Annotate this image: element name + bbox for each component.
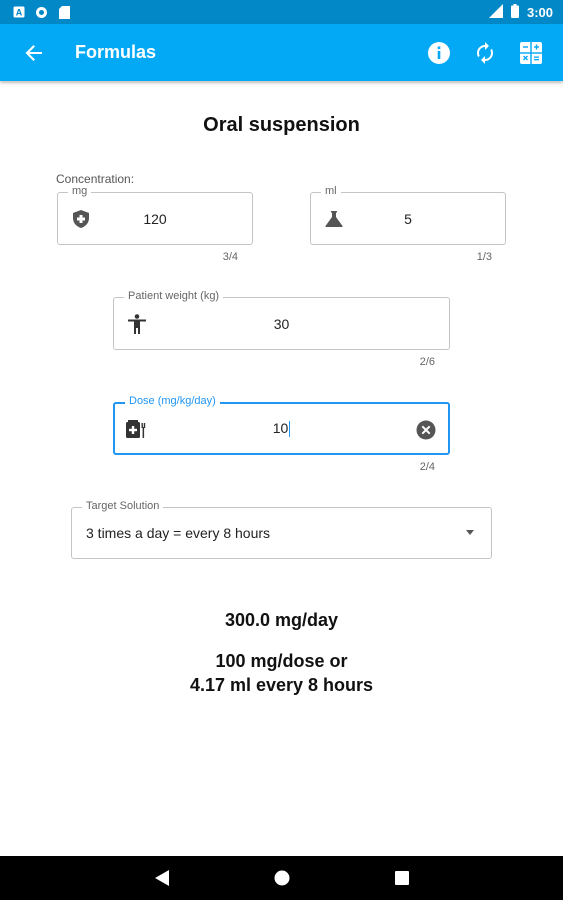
patient-weight-label: Patient weight (kg) bbox=[124, 290, 224, 302]
signal-icon bbox=[488, 3, 503, 21]
app-bar: Formulas bbox=[0, 24, 563, 81]
concentration-label: Concentration: bbox=[56, 172, 135, 186]
dose-label: Dose (mg/kg/day) bbox=[125, 395, 220, 407]
navigation-bar bbox=[0, 856, 563, 900]
flask-icon bbox=[323, 208, 345, 230]
result-per-day: 300.0 mg/day bbox=[224, 610, 339, 630]
nav-back-icon[interactable] bbox=[152, 868, 172, 888]
patient-weight-field[interactable]: Patient weight (kg) 30 bbox=[113, 290, 450, 350]
text-cursor bbox=[289, 421, 291, 438]
refresh-icon[interactable] bbox=[472, 40, 498, 66]
sd-card-icon bbox=[58, 5, 71, 19]
shield-icon bbox=[70, 208, 92, 230]
circle-o-icon bbox=[35, 6, 48, 19]
nav-home-icon[interactable] bbox=[272, 868, 292, 888]
nav-recents-icon[interactable] bbox=[392, 868, 412, 888]
mg-field[interactable]: mg 120 bbox=[57, 185, 253, 245]
ml-field-label: ml bbox=[321, 185, 341, 197]
mg-field-label: mg bbox=[68, 185, 92, 197]
target-solution-select[interactable]: Target Solution 3 times a day = every 8 … bbox=[71, 500, 492, 559]
result-per-dose: 100 mg/dose or bbox=[215, 651, 348, 671]
dose-value-wrap: 10 bbox=[115, 419, 448, 438]
dose-value: 10 bbox=[272, 419, 289, 436]
status-bar: A 3:00 bbox=[0, 0, 563, 24]
dropdown-arrow-icon bbox=[466, 530, 474, 535]
medicine-icon bbox=[126, 418, 148, 440]
person-icon bbox=[126, 313, 148, 335]
dose-counter: 2/4 bbox=[419, 461, 435, 473]
clear-icon[interactable] bbox=[415, 419, 436, 440]
dose-field[interactable]: Dose (mg/kg/day) 10 bbox=[113, 395, 450, 455]
back-arrow-icon[interactable] bbox=[22, 41, 46, 65]
info-icon[interactable] bbox=[426, 40, 452, 66]
page-title: Oral suspension bbox=[203, 114, 360, 136]
patient-weight-counter: 2/6 bbox=[419, 356, 435, 368]
target-solution-label: Target Solution bbox=[82, 500, 164, 512]
calculator-icon[interactable] bbox=[518, 40, 544, 66]
a-badge-icon: A bbox=[12, 6, 25, 19]
app-title: Formulas bbox=[75, 42, 157, 62]
battery-icon bbox=[510, 3, 519, 21]
status-time: 3:00 bbox=[526, 4, 553, 20]
svg-text:A: A bbox=[15, 8, 22, 18]
ml-field[interactable]: ml 5 bbox=[310, 185, 506, 245]
mg-counter: 3/4 bbox=[222, 251, 238, 263]
patient-weight-value: 30 bbox=[273, 315, 290, 332]
target-solution-value: 3 times a day = every 8 hours bbox=[86, 525, 271, 541]
ml-counter: 1/3 bbox=[476, 251, 492, 263]
result-volume: 4.17 ml every 8 hours bbox=[189, 675, 374, 695]
